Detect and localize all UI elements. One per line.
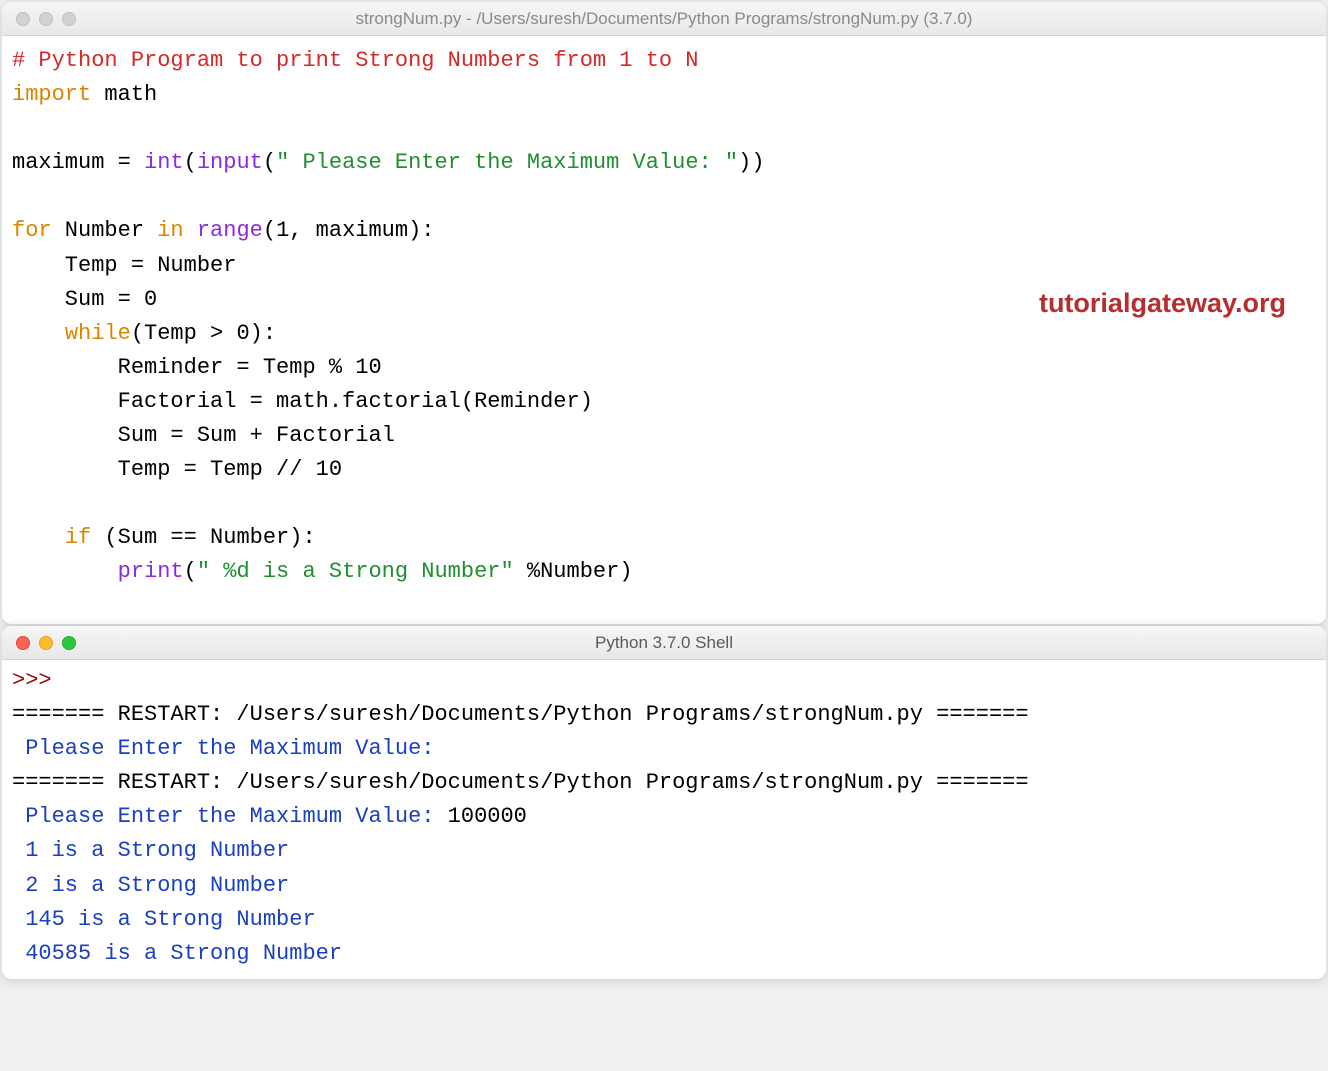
code-text: Factorial = math.factorial(Reminder) bbox=[12, 389, 593, 414]
code-text: %Number) bbox=[514, 559, 633, 584]
code-text bbox=[12, 559, 118, 584]
editor-window: strongNum.py - /Users/suresh/Documents/P… bbox=[2, 2, 1326, 624]
editor-titlebar[interactable]: strongNum.py - /Users/suresh/Documents/P… bbox=[2, 2, 1326, 36]
code-builtin-input: input bbox=[197, 150, 263, 175]
code-text bbox=[12, 525, 65, 550]
shell-window: Python 3.7.0 Shell >>> ======= RESTART: … bbox=[2, 626, 1326, 979]
code-text bbox=[12, 321, 65, 346]
editor-code-area[interactable]: # Python Program to print Strong Numbers… bbox=[2, 36, 1326, 624]
zoom-icon[interactable] bbox=[62, 636, 76, 650]
minimize-icon[interactable] bbox=[39, 636, 53, 650]
code-text: Temp = Number bbox=[12, 253, 236, 278]
code-keyword-if: if bbox=[65, 525, 91, 550]
shell-output-line: 1 is a Strong Number bbox=[12, 838, 289, 863]
code-text bbox=[184, 218, 197, 243]
code-comment: # Python Program to print Strong Numbers… bbox=[12, 48, 699, 73]
code-text: Sum = bbox=[12, 287, 144, 312]
code-keyword-for: for bbox=[12, 218, 52, 243]
code-keyword-import: import bbox=[12, 82, 91, 107]
code-text: , maximum): bbox=[289, 218, 434, 243]
code-text: ( bbox=[263, 150, 276, 175]
code-number: 0 bbox=[144, 287, 157, 312]
code-text: Reminder = Temp % bbox=[12, 355, 355, 380]
close-icon[interactable] bbox=[16, 12, 30, 26]
code-builtin-range: range bbox=[197, 218, 263, 243]
shell-prompt: >>> bbox=[12, 668, 65, 693]
shell-output-line: 145 is a Strong Number bbox=[12, 907, 316, 932]
code-keyword-while: while bbox=[65, 321, 131, 346]
code-text: Temp = Temp // bbox=[12, 457, 316, 482]
shell-output-line: 40585 is a Strong Number bbox=[12, 941, 342, 966]
code-text: ( bbox=[184, 559, 197, 584]
code-text: Sum = Sum + Factorial bbox=[12, 423, 395, 448]
shell-titlebar[interactable]: Python 3.7.0 Shell bbox=[2, 626, 1326, 660]
shell-user-input: 100000 bbox=[448, 804, 527, 829]
code-text: ( bbox=[184, 150, 197, 175]
shell-title: Python 3.7.0 Shell bbox=[2, 633, 1326, 653]
shell-output-line: 2 is a Strong Number bbox=[12, 873, 289, 898]
watermark: tutorialgateway.org bbox=[1039, 283, 1286, 325]
shell-input-prompt: Please Enter the Maximum Value: bbox=[12, 804, 448, 829]
editor-traffic-lights bbox=[2, 12, 76, 26]
close-icon[interactable] bbox=[16, 636, 30, 650]
zoom-icon[interactable] bbox=[62, 12, 76, 26]
code-number: 1 bbox=[276, 218, 289, 243]
shell-restart-line: ======= RESTART: /Users/suresh/Documents… bbox=[12, 702, 1029, 727]
code-text: maximum = bbox=[12, 150, 144, 175]
code-text: math bbox=[91, 82, 157, 107]
code-text: (Sum == Number): bbox=[91, 525, 315, 550]
shell-output-area[interactable]: >>> ======= RESTART: /Users/suresh/Docum… bbox=[2, 660, 1326, 979]
code-string: " Please Enter the Maximum Value: " bbox=[276, 150, 738, 175]
shell-input-prompt: Please Enter the Maximum Value: bbox=[12, 736, 448, 761]
shell-traffic-lights bbox=[2, 636, 76, 650]
code-number: 10 bbox=[355, 355, 381, 380]
code-builtin-int: int bbox=[144, 150, 184, 175]
code-text: ): bbox=[250, 321, 276, 346]
code-text: ( bbox=[263, 218, 276, 243]
code-builtin-print: print bbox=[118, 559, 184, 584]
code-keyword-in: in bbox=[157, 218, 183, 243]
code-string: " %d is a Strong Number" bbox=[197, 559, 514, 584]
code-text: Number bbox=[52, 218, 158, 243]
editor-title: strongNum.py - /Users/suresh/Documents/P… bbox=[2, 9, 1326, 29]
shell-restart-line: ======= RESTART: /Users/suresh/Documents… bbox=[12, 770, 1029, 795]
minimize-icon[interactable] bbox=[39, 12, 53, 26]
code-text: (Temp > bbox=[131, 321, 237, 346]
code-number: 10 bbox=[316, 457, 342, 482]
code-text: )) bbox=[738, 150, 764, 175]
code-number: 0 bbox=[236, 321, 249, 346]
